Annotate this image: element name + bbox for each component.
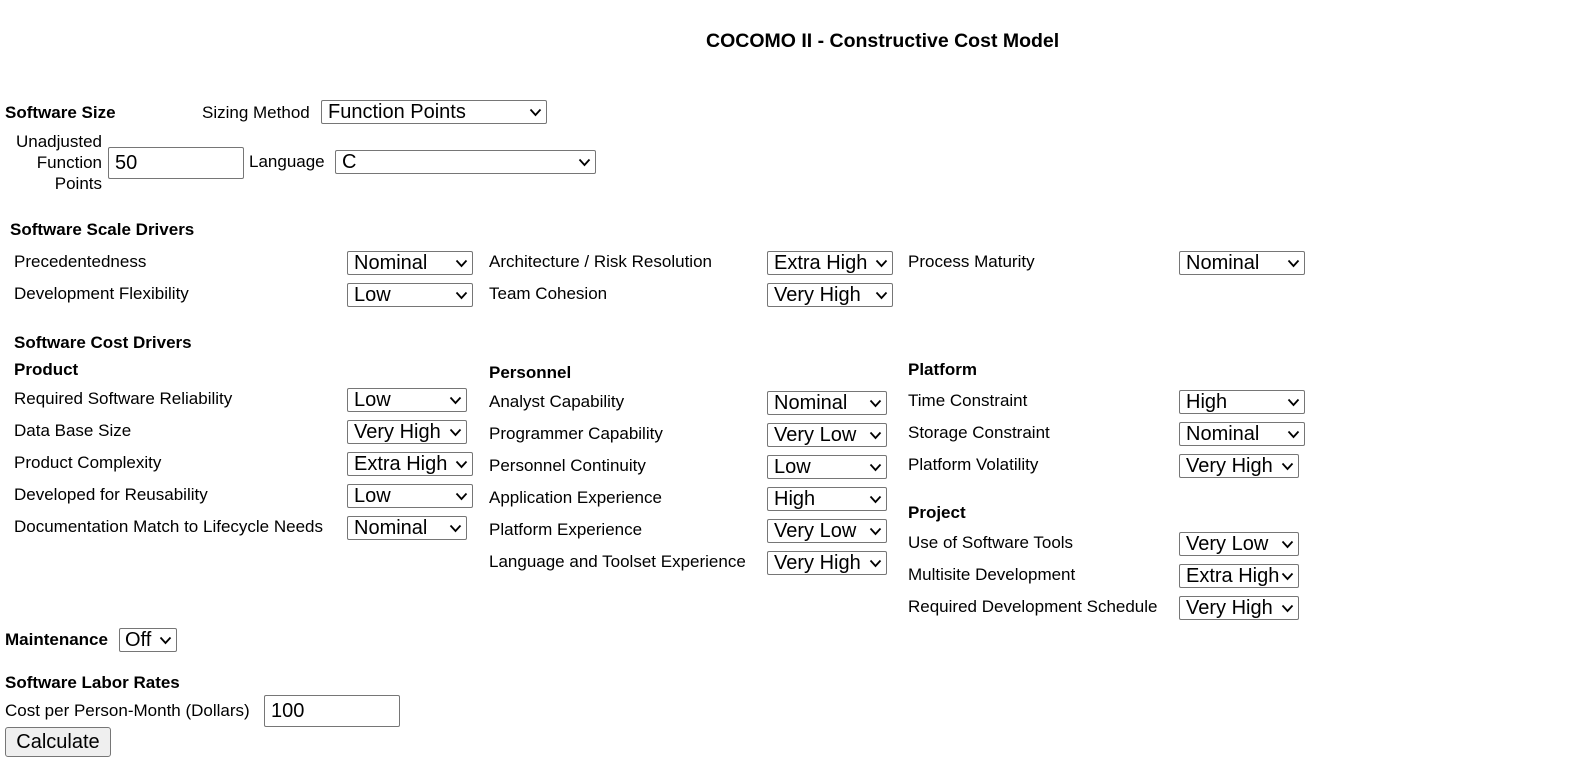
chevron-down-icon [449,396,462,405]
maintenance-label: Maintenance [5,630,108,649]
analyst-capability-label: Analyst Capability [489,392,625,411]
platform-volatility-select[interactable]: Very High [1179,454,1299,478]
product-complexity-label: Product Complexity [14,453,162,472]
software-tools-label: Use of Software Tools [908,533,1074,552]
required-reliability-select[interactable]: Low [347,388,467,412]
sizing-method-select[interactable]: Function Points [321,100,547,124]
personnel-heading: Personnel [489,363,572,382]
personnel-continuity-label: Personnel Continuity [489,456,646,475]
language-select[interactable]: C [335,150,596,174]
documentation-match-label: Documentation Match to Lifecycle Needs [14,517,323,536]
developed-for-reusability-label: Developed for Reusability [14,485,208,504]
team-cohesion-label: Team Cohesion [489,284,608,303]
precedentedness-label: Precedentedness [14,252,147,271]
chevron-down-icon [455,460,468,469]
software-size-heading: Software Size [5,103,116,122]
scale-drivers-heading: Software Scale Drivers [10,220,195,239]
platform-experience-label: Platform Experience [489,520,643,539]
chevron-down-icon [869,495,882,504]
sizing-method-label: Sizing Method [202,103,310,122]
platform-volatility-label: Platform Volatility [908,455,1039,474]
ufp-input[interactable]: 50 [108,147,244,179]
labor-rates-heading: Software Labor Rates [5,673,180,692]
documentation-match-select[interactable]: Nominal [347,516,467,540]
process-maturity-select[interactable]: Nominal [1179,251,1305,275]
product-heading: Product [14,360,79,379]
chevron-down-icon [1287,259,1300,268]
language-toolset-experience-select[interactable]: Very High [767,551,887,575]
team-cohesion-select[interactable]: Very High [767,283,893,307]
programmer-capability-select[interactable]: Very Low [767,423,887,447]
data-base-size-label: Data Base Size [14,421,132,440]
software-tools-select[interactable]: Very Low [1179,532,1299,556]
chevron-down-icon [875,259,888,268]
required-reliability-label: Required Software Reliability [14,389,233,408]
chevron-down-icon [869,463,882,472]
chevron-down-icon [455,291,468,300]
development-schedule-label: Required Development Schedule [908,597,1158,616]
architecture-label: Architecture / Risk Resolution [489,252,712,271]
chevron-down-icon [1281,572,1294,581]
chevron-down-icon [1281,540,1294,549]
personnel-continuity-select[interactable]: Low [767,455,887,479]
cost-per-person-month-label: Cost per Person-Month (Dollars) [5,701,250,720]
platform-heading: Platform [908,360,977,379]
chevron-down-icon [869,559,882,568]
language-label: Language [249,152,325,171]
programmer-capability-label: Programmer Capability [489,424,663,443]
time-constraint-label: Time Constraint [908,391,1028,410]
product-complexity-select[interactable]: Extra High [347,452,473,476]
cost-per-person-month-input[interactable]: 100 [264,695,400,727]
cost-drivers-heading: Software Cost Drivers [14,333,192,352]
development-flexibility-select[interactable]: Low [347,283,473,307]
chevron-down-icon [449,428,462,437]
chevron-down-icon [529,108,542,117]
application-experience-label: Application Experience [489,488,662,507]
chevron-down-icon [1281,462,1294,471]
data-base-size-select[interactable]: Very High [347,420,467,444]
storage-constraint-label: Storage Constraint [908,423,1050,442]
chevron-down-icon [869,399,882,408]
precedentedness-select[interactable]: Nominal [347,251,473,275]
analyst-capability-select[interactable]: Nominal [767,391,887,415]
development-flexibility-label: Development Flexibility [14,284,189,303]
calculate-button[interactable]: Calculate [5,727,111,757]
multisite-development-select[interactable]: Extra High [1179,564,1299,588]
chevron-down-icon [1287,398,1300,407]
ufp-label: Unadjusted Function Points [15,132,102,193]
development-schedule-select[interactable]: Very High [1179,596,1299,620]
project-heading: Project [908,503,966,522]
chevron-down-icon [449,524,462,533]
time-constraint-select[interactable]: High [1179,390,1305,414]
chevron-down-icon [455,259,468,268]
chevron-down-icon [869,431,882,440]
process-maturity-label: Process Maturity [908,252,1035,271]
application-experience-select[interactable]: High [767,487,887,511]
chevron-down-icon [1287,430,1300,439]
architecture-select[interactable]: Extra High [767,251,893,275]
chevron-down-icon [159,636,172,645]
multisite-development-label: Multisite Development [908,565,1076,584]
page-title: COCOMO II - Constructive Cost Model [706,30,1060,52]
chevron-down-icon [869,527,882,536]
language-toolset-experience-label: Language and Toolset Experience [489,552,746,571]
chevron-down-icon [578,158,591,167]
storage-constraint-select[interactable]: Nominal [1179,422,1305,446]
platform-experience-select[interactable]: Very Low [767,519,887,543]
developed-for-reusability-select[interactable]: Low [347,484,473,508]
chevron-down-icon [875,291,888,300]
maintenance-select[interactable]: Off [119,628,177,652]
chevron-down-icon [455,492,468,501]
chevron-down-icon [1281,604,1294,613]
